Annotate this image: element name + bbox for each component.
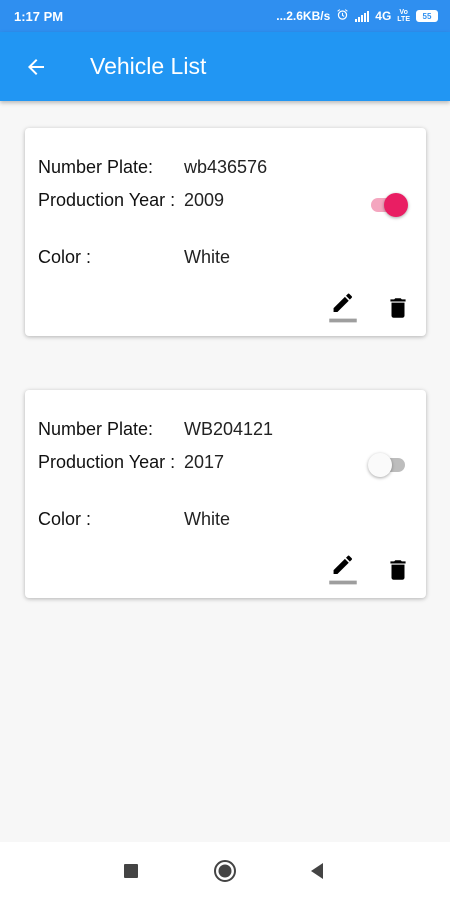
vehicle-card: Number Plate: wb436576 Production Year :…	[25, 128, 426, 336]
production-year-value: 2009	[184, 190, 225, 210]
number-plate-row: Number Plate: WB204121	[38, 417, 273, 441]
app-bar: Vehicle List	[0, 32, 450, 101]
delete-button[interactable]	[381, 553, 415, 587]
edit-icon	[329, 555, 357, 585]
production-year-label: Production Year :	[38, 452, 176, 472]
number-plate-value: WB204121	[184, 419, 274, 439]
page-title: Vehicle List	[90, 53, 207, 79]
delete-icon	[390, 560, 406, 580]
color-value: White	[184, 509, 231, 529]
battery-level: 55	[422, 11, 432, 21]
color-label: Color :	[38, 247, 92, 267]
color-value: White	[184, 247, 231, 267]
color-label: Color :	[38, 509, 92, 529]
triangle-back-icon	[311, 863, 323, 879]
circle-icon	[214, 860, 236, 882]
switch-thumb	[368, 453, 392, 477]
system-back-button[interactable]	[304, 858, 330, 884]
vehicle-toggle-switch[interactable]	[368, 190, 408, 220]
color-row: Color : White	[38, 507, 230, 531]
signal-icon	[355, 10, 370, 22]
status-time: 1:17 PM	[14, 8, 64, 24]
number-plate-value: wb436576	[184, 157, 268, 177]
network-speed: ...2.6KB/s	[276, 9, 331, 23]
color-row: Color : White	[38, 245, 230, 269]
volte-indicator: Vo LTE	[397, 9, 410, 23]
edit-icon	[329, 293, 357, 323]
battery-icon: 55	[416, 10, 438, 22]
volte-line2: LTE	[397, 16, 410, 23]
delete-icon	[390, 298, 406, 318]
square-icon	[124, 864, 138, 878]
production-year-row: Production Year : 2017	[38, 450, 224, 474]
edit-button[interactable]	[326, 291, 360, 325]
volte-line1: Vo	[399, 9, 408, 16]
production-year-row: Production Year : 2009	[38, 188, 224, 212]
production-year-value: 2017	[184, 452, 225, 472]
number-plate-label: Number Plate:	[38, 157, 154, 177]
recents-button[interactable]	[118, 858, 144, 884]
status-indicators: ...2.6KB/s 4G Vo LTE 55	[276, 8, 438, 24]
vehicle-toggle-switch[interactable]	[368, 450, 408, 480]
arrow-back-icon	[28, 58, 44, 75]
system-nav-bar	[0, 842, 450, 900]
number-plate-label: Number Plate:	[38, 419, 154, 439]
alarm-icon	[336, 8, 349, 24]
number-plate-row: Number Plate: wb436576	[38, 155, 267, 179]
production-year-label: Production Year :	[38, 190, 176, 210]
switch-thumb	[384, 193, 408, 217]
edit-button[interactable]	[326, 553, 360, 587]
network-type: 4G	[375, 9, 392, 23]
status-bar: 1:17 PM ...2.6KB/s 4G Vo LTE 55	[0, 0, 450, 32]
delete-button[interactable]	[381, 291, 415, 325]
home-button[interactable]	[212, 858, 238, 884]
vehicle-card: Number Plate: WB204121 Production Year :…	[25, 390, 426, 598]
back-button[interactable]	[8, 39, 64, 95]
